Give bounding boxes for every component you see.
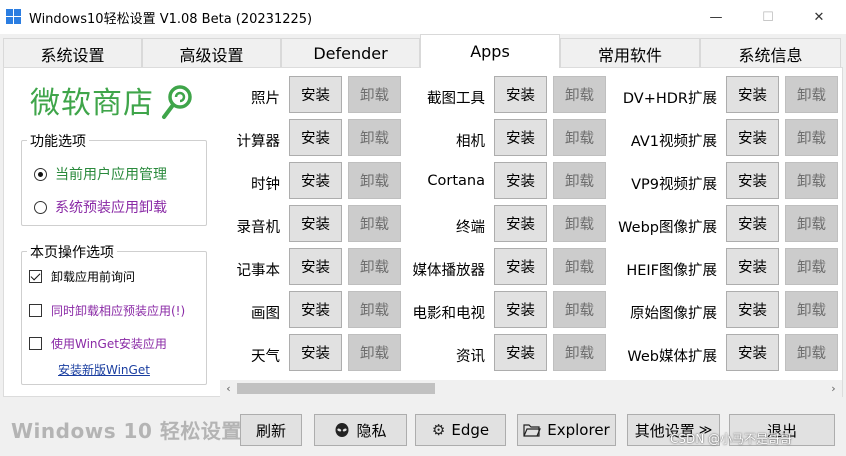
- install-button[interactable]: 安装: [289, 205, 342, 242]
- explorer-button[interactable]: Explorer: [517, 414, 616, 446]
- app-label: 终端: [456, 220, 485, 236]
- radio-label: 系统预装应用卸载: [55, 200, 167, 216]
- app-label: 录音机: [236, 220, 281, 236]
- refresh-button[interactable]: 刷新: [240, 414, 302, 446]
- install-button[interactable]: 安装: [494, 248, 547, 285]
- install-button[interactable]: 安装: [494, 334, 547, 371]
- app-label: 照片: [251, 91, 280, 107]
- app-label: 记事本: [236, 263, 281, 279]
- app-label: 媒体播放器: [412, 263, 486, 279]
- uninstall-button[interactable]: 卸载: [785, 334, 838, 371]
- tab-system-settings[interactable]: 系统设置: [3, 38, 142, 68]
- maximize-button[interactable]: ☐: [745, 0, 791, 34]
- app-label: Cortana: [427, 173, 485, 189]
- refresh-label: 刷新: [255, 421, 286, 440]
- folder-icon: [523, 424, 542, 437]
- privacy-button[interactable]: 隐私: [314, 414, 407, 446]
- checkbox-use-winget[interactable]: 使用WinGet安装应用: [29, 335, 167, 352]
- install-button[interactable]: 安装: [726, 205, 779, 242]
- uninstall-button[interactable]: 卸载: [785, 205, 838, 242]
- features-legend: 功能选项: [27, 131, 89, 151]
- uninstall-button[interactable]: 卸载: [785, 248, 838, 285]
- gear-icon: ⚙: [431, 421, 446, 439]
- horizontal-scrollbar[interactable]: ‹ ›: [220, 380, 842, 397]
- checkbox[interactable]: [29, 337, 42, 350]
- tab-common-software[interactable]: 常用软件: [560, 38, 700, 68]
- radio-button[interactable]: [34, 167, 47, 181]
- minimize-button[interactable]: —: [693, 0, 739, 34]
- install-button[interactable]: 安装: [494, 162, 547, 199]
- checkbox[interactable]: [29, 270, 42, 283]
- app-label: 原始图像扩展: [630, 306, 717, 322]
- install-button[interactable]: 安装: [726, 291, 779, 328]
- app-label: DV+HDR扩展: [622, 91, 717, 107]
- install-button[interactable]: 安装: [494, 205, 547, 242]
- app-label: VP9视频扩展: [631, 177, 717, 193]
- install-button[interactable]: 安装: [726, 248, 779, 285]
- app-label: AV1视频扩展: [630, 134, 717, 150]
- install-button[interactable]: 安装: [726, 162, 779, 199]
- store-title: 微软商店: [30, 86, 154, 121]
- app-label: HEIF图像扩展: [626, 263, 717, 279]
- radio-button[interactable]: [34, 200, 47, 214]
- tab-system-info[interactable]: 系统信息: [700, 38, 841, 68]
- edge-button[interactable]: ⚙ Edge: [415, 414, 506, 446]
- tab-advanced-settings[interactable]: 高级设置: [142, 38, 281, 68]
- checkbox[interactable]: [29, 304, 42, 317]
- install-button[interactable]: 安装: [494, 76, 547, 113]
- uninstall-button[interactable]: 卸载: [785, 76, 838, 113]
- app-label: 相机: [456, 134, 485, 150]
- title-bar: Windows10轻松设置 V1.08 Beta (20231225) — ☐ …: [0, 0, 846, 34]
- window-title: Windows10轻松设置 V1.08 Beta (20231225): [29, 12, 313, 27]
- install-button[interactable]: 安装: [289, 162, 342, 199]
- app-label: Webp图像扩展: [618, 220, 717, 236]
- install-button[interactable]: 安装: [289, 76, 342, 113]
- options-legend: 本页操作选项: [27, 242, 117, 262]
- privacy-label: 隐私: [356, 421, 387, 440]
- app-label: 电影和电视: [412, 306, 486, 322]
- app-label: 画图: [251, 306, 280, 322]
- explorer-label: Explorer: [547, 421, 610, 439]
- windows-logo-icon: [6, 9, 22, 25]
- app-label: 计算器: [236, 134, 281, 150]
- app-label: 截图工具: [427, 91, 485, 107]
- install-button[interactable]: 安装: [289, 291, 342, 328]
- app-label: 资讯: [456, 349, 485, 365]
- app-label: Web媒体扩展: [627, 349, 717, 365]
- tab-defender[interactable]: Defender: [281, 38, 420, 68]
- alien-icon: [335, 423, 349, 437]
- uninstall-button[interactable]: 卸载: [785, 119, 838, 156]
- checkbox-ask-before-uninstall[interactable]: 卸载应用前询问: [29, 268, 135, 285]
- install-button[interactable]: 安装: [494, 291, 547, 328]
- scroll-thumb[interactable]: [237, 383, 435, 394]
- install-button[interactable]: 安装: [289, 334, 342, 371]
- edge-label: Edge: [451, 421, 490, 439]
- scroll-right-icon[interactable]: ›: [825, 380, 842, 397]
- uninstall-button[interactable]: 卸载: [785, 291, 838, 328]
- install-button[interactable]: 安装: [289, 119, 342, 156]
- footer-title: Windows 10 轻松设置: [11, 419, 242, 443]
- uninstall-button[interactable]: 卸载: [785, 162, 838, 199]
- install-button[interactable]: 安装: [726, 76, 779, 113]
- close-button[interactable]: ✕: [796, 0, 842, 34]
- tab-apps[interactable]: Apps: [420, 34, 560, 68]
- app-label: 时钟: [251, 177, 280, 193]
- install-winget-link[interactable]: 安装新版WinGet: [58, 361, 150, 378]
- install-button[interactable]: 安装: [726, 119, 779, 156]
- watermark-text: CSDN @小马不是哥哥: [670, 432, 793, 446]
- scroll-left-icon[interactable]: ‹: [220, 380, 237, 397]
- app-label: 天气: [251, 349, 280, 365]
- radio-current-user-apps[interactable]: 当前用户应用管理: [34, 164, 167, 184]
- install-button[interactable]: 安装: [726, 334, 779, 371]
- radio-preinstalled-apps[interactable]: 系统预装应用卸载: [34, 197, 167, 217]
- checkbox-label: 卸载应用前询问: [51, 270, 136, 284]
- install-button[interactable]: 安装: [494, 119, 547, 156]
- install-button[interactable]: 安装: [289, 248, 342, 285]
